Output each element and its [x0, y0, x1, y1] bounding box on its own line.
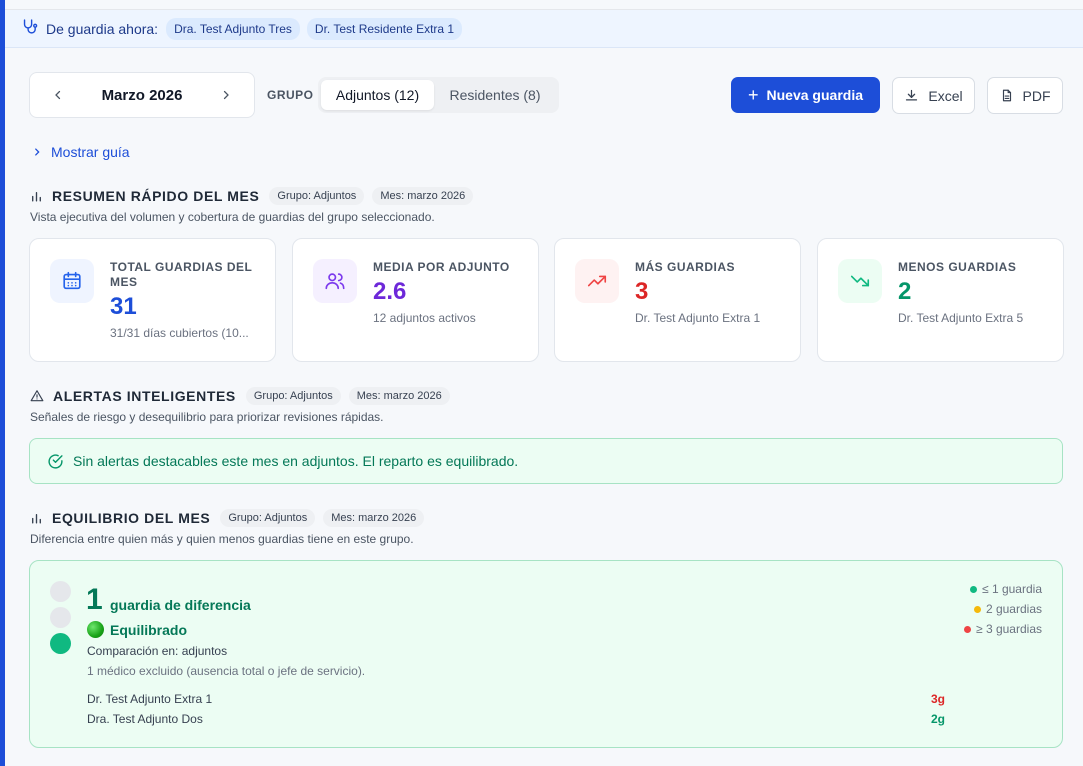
group-label: GRUPO [267, 88, 314, 102]
oncall-banner: De guardia ahora: Dra. Test Adjunto Tres… [5, 10, 1083, 48]
file-icon [1002, 89, 1011, 102]
summary-header: RESUMEN RÁPIDO DEL MES Grupo: Adjuntos M… [30, 187, 481, 205]
card-value: 3 [635, 278, 649, 305]
card-title: MENOS GUARDIAS [898, 260, 1017, 274]
top-strip [5, 0, 1083, 10]
card-value: 2.6 [373, 278, 407, 305]
month-chip: Mes: marzo 2026 [372, 187, 474, 205]
balance-header: EQUILIBRIO DEL MES Grupo: Adjuntos Mes: … [30, 509, 432, 527]
bar-chart-icon [32, 513, 41, 524]
balance-row: Dr. Test Adjunto Extra 1 3g [87, 692, 945, 706]
chevron-left-icon[interactable] [48, 85, 68, 105]
group-chip: Grupo: Adjuntos [269, 187, 365, 205]
excel-label: Excel [928, 87, 963, 104]
legend-item: 2 guardias [973, 602, 1042, 616]
users-icon [313, 259, 357, 303]
legend-label: 2 guardias [985, 602, 1042, 616]
card-title: MÁS GUARDIAS [635, 260, 736, 274]
balance-status: Equilibrado [87, 621, 187, 638]
show-guide-label: Mostrar guía [51, 144, 130, 160]
summary-title: RESUMEN RÁPIDO DEL MES [52, 188, 260, 204]
trending-up-icon [575, 259, 619, 303]
difference-label: guardia de diferencia [110, 597, 251, 613]
card-sub: Dr. Test Adjunto Extra 5 [898, 311, 1024, 325]
balance-status-label: Equilibrado [110, 621, 187, 638]
chevron-right-icon [35, 148, 40, 156]
trending-down-icon [838, 259, 882, 303]
doctor-count: 2g [930, 712, 945, 726]
doctor-name: Dr. Test Adjunto Extra 1 [87, 692, 213, 706]
legend-label: ≤ 1 guardia [982, 582, 1042, 596]
left-accent-bar [0, 0, 5, 766]
oncall-doctor-chip[interactable]: Dra. Test Adjunto Tres [166, 17, 300, 40]
stethoscope-icon [21, 18, 38, 40]
balance-panel: 1 guardia de diferencia Equilibrado Comp… [29, 560, 1063, 748]
card-title: TOTAL GUARDIAS DEL MES [110, 260, 253, 289]
doctor-count: 3g [930, 692, 945, 706]
calendar-icon [50, 259, 94, 303]
traffic-light-amber-off [50, 607, 71, 628]
legend-item: ≤ 1 guardia [970, 582, 1042, 596]
amber-dot-icon [973, 605, 981, 613]
card-most-guards: MÁS GUARDIAS 3 Dr. Test Adjunto Extra 1 [554, 238, 801, 362]
month-chip: Mes: marzo 2026 [323, 509, 425, 527]
difference-value: 1 [86, 583, 103, 616]
card-average: MEDIA POR ADJUNTO 2.6 12 adjuntos activo… [292, 238, 539, 362]
alerts-header: ALERTAS INTELIGENTES Grupo: Adjuntos Mes… [30, 387, 458, 405]
traffic-light-green-on [50, 633, 71, 654]
card-value: 2 [898, 278, 912, 305]
group-chip: Grupo: Adjuntos [245, 387, 341, 405]
card-sub: 12 adjuntos activos [373, 311, 476, 325]
balance-title: EQUILIBRIO DEL MES [52, 510, 211, 526]
doctor-name: Dra. Test Adjunto Dos [87, 712, 203, 726]
month-chip: Mes: marzo 2026 [348, 387, 450, 405]
download-icon [906, 89, 918, 101]
alerts-title: ALERTAS INTELIGENTES [53, 388, 236, 404]
excluded-text: 1 médico excluido (ausencia total o jefe… [87, 664, 366, 678]
summary-subtitle: Vista ejecutiva del volumen y cobertura … [30, 210, 435, 224]
new-guard-label: Nueva guardia [766, 87, 863, 103]
group-chip: Grupo: Adjuntos [220, 509, 316, 527]
chevron-right-icon[interactable] [216, 85, 236, 105]
legend-label: ≥ 3 guardias [976, 622, 1042, 636]
bar-chart-icon [32, 191, 41, 202]
card-title: MEDIA POR ADJUNTO [373, 260, 510, 274]
group-tab-residentes[interactable]: Residentes (8) [434, 80, 556, 110]
no-alerts-message: Sin alertas destacables este mes en adju… [73, 453, 519, 469]
group-tab-adjuntos[interactable]: Adjuntos (12) [321, 80, 434, 110]
no-alerts-banner: Sin alertas destacables este mes en adju… [29, 438, 1063, 484]
card-sub: Dr. Test Adjunto Extra 1 [635, 311, 761, 325]
plus-icon: + [748, 84, 759, 105]
check-circle-icon [48, 453, 63, 469]
warning-icon [30, 390, 44, 402]
month-selector: Marzo 2026 [29, 72, 255, 118]
pdf-button[interactable]: PDF [987, 77, 1063, 114]
card-least-guards: MENOS GUARDIAS 2 Dr. Test Adjunto Extra … [817, 238, 1064, 362]
show-guide-toggle[interactable]: Mostrar guía [32, 144, 130, 160]
oncall-label: De guardia ahora: [46, 20, 159, 37]
green-dot-icon [970, 585, 978, 593]
pdf-label: PDF [1022, 87, 1051, 104]
traffic-light-red-off [50, 581, 71, 602]
green-circle-icon [87, 621, 104, 638]
balance-row: Dra. Test Adjunto Dos 2g [87, 712, 945, 726]
oncall-doctor-chip[interactable]: Dr. Test Residente Extra 1 [306, 17, 463, 40]
red-dot-icon [964, 625, 972, 633]
group-segmented-control: Adjuntos (12) Residentes (8) [318, 77, 559, 113]
balance-subtitle: Diferencia entre quien más y quien menos… [30, 532, 414, 546]
alerts-subtitle: Señales de riesgo y desequilibrio para p… [30, 410, 384, 424]
new-guard-button[interactable]: + Nueva guardia [731, 77, 880, 113]
comparison-text: Comparación en: adjuntos [87, 644, 228, 658]
card-value: 31 [110, 293, 137, 320]
legend-item: ≥ 3 guardias [964, 622, 1042, 636]
excel-button[interactable]: Excel [892, 77, 975, 114]
card-total-guards: TOTAL GUARDIAS DEL MES 31 31/31 días cub… [29, 238, 276, 362]
month-label: Marzo 2026 [101, 86, 183, 104]
card-sub: 31/31 días cubiertos (10... [110, 326, 249, 340]
